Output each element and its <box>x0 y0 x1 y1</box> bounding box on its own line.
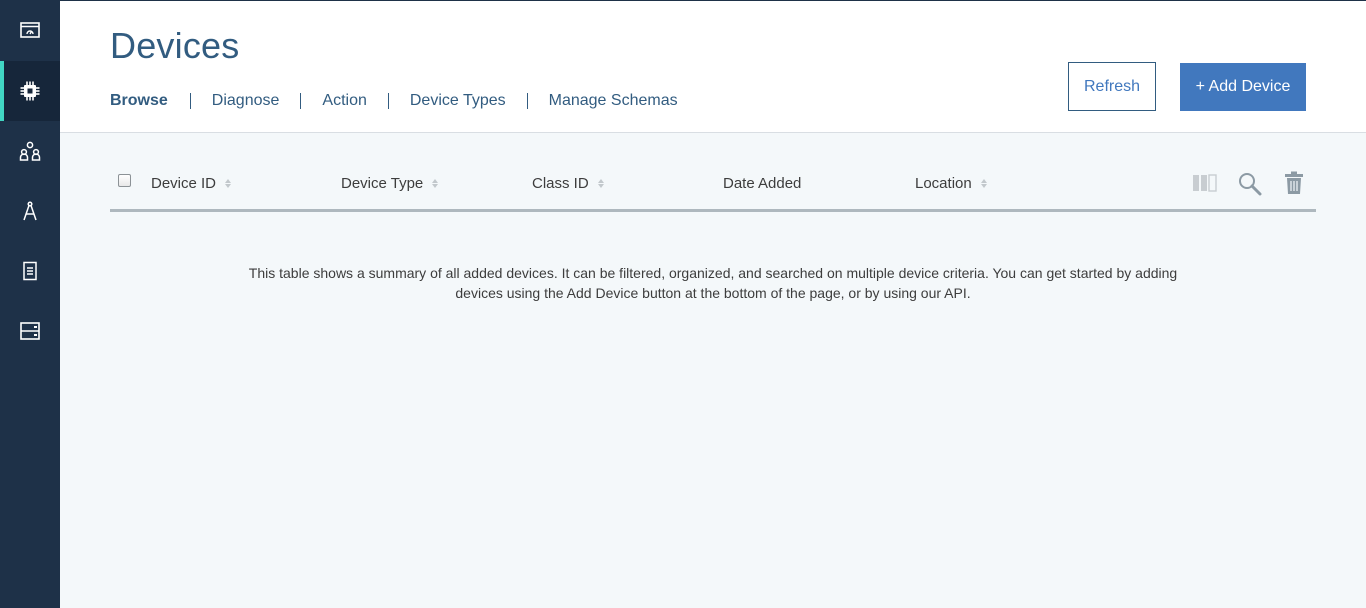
add-device-button[interactable]: + Add Device <box>1180 63 1306 111</box>
sort-icon <box>225 179 232 188</box>
sidebar-item-rules[interactable] <box>0 181 60 241</box>
compass-icon <box>23 201 37 221</box>
empty-table-message: This table shows a summary of all added … <box>248 265 1178 301</box>
refresh-button[interactable]: Refresh <box>1068 62 1156 111</box>
trash-icon[interactable] <box>1284 171 1304 200</box>
sidebar-item-members[interactable] <box>0 121 60 181</box>
tab-manage-schemas[interactable]: Manage Schemas <box>526 93 699 109</box>
page-header: Devices Browse Diagnose Action Device Ty… <box>60 0 1366 133</box>
tab-bar: Browse Diagnose Action Device Types Mana… <box>110 91 699 111</box>
column-label: Device ID <box>151 175 217 192</box>
members-icon <box>19 141 41 161</box>
column-date-added: Date Added <box>723 175 801 192</box>
page-title: Devices <box>110 25 240 66</box>
tab-diagnose[interactable]: Diagnose <box>189 93 301 109</box>
sort-icon <box>597 179 604 188</box>
tab-device-types[interactable]: Device Types <box>387 93 527 109</box>
document-icon <box>23 261 37 281</box>
column-label: Class ID <box>532 175 589 192</box>
tab-browse[interactable]: Browse <box>110 93 190 109</box>
sidebar-item-extensions[interactable] <box>0 301 60 361</box>
sidebar-item-dashboard[interactable] <box>0 0 60 60</box>
sidebar <box>0 0 60 608</box>
search-icon[interactable] <box>1238 172 1262 201</box>
dashboard-icon <box>20 22 40 38</box>
chip-icon <box>20 81 40 101</box>
table-header: Device ID Device Type Class ID Date Adde… <box>110 160 1316 212</box>
column-device-id[interactable]: Device ID <box>151 175 232 192</box>
sort-icon <box>980 179 987 188</box>
sidebar-item-devices[interactable] <box>0 61 60 121</box>
column-device-type[interactable]: Device Type <box>341 175 439 192</box>
column-label: Location <box>915 175 972 192</box>
tab-action[interactable]: Action <box>300 93 387 109</box>
sidebar-item-logs[interactable] <box>0 241 60 301</box>
select-all-checkbox[interactable] <box>118 174 131 187</box>
column-label: Device Type <box>341 175 424 192</box>
columns-icon[interactable] <box>1192 174 1218 197</box>
column-label: Date Added <box>723 175 802 192</box>
column-class-id[interactable]: Class ID <box>532 175 604 192</box>
sort-icon <box>432 179 439 188</box>
server-icon <box>20 322 40 340</box>
column-location[interactable]: Location <box>915 175 987 192</box>
